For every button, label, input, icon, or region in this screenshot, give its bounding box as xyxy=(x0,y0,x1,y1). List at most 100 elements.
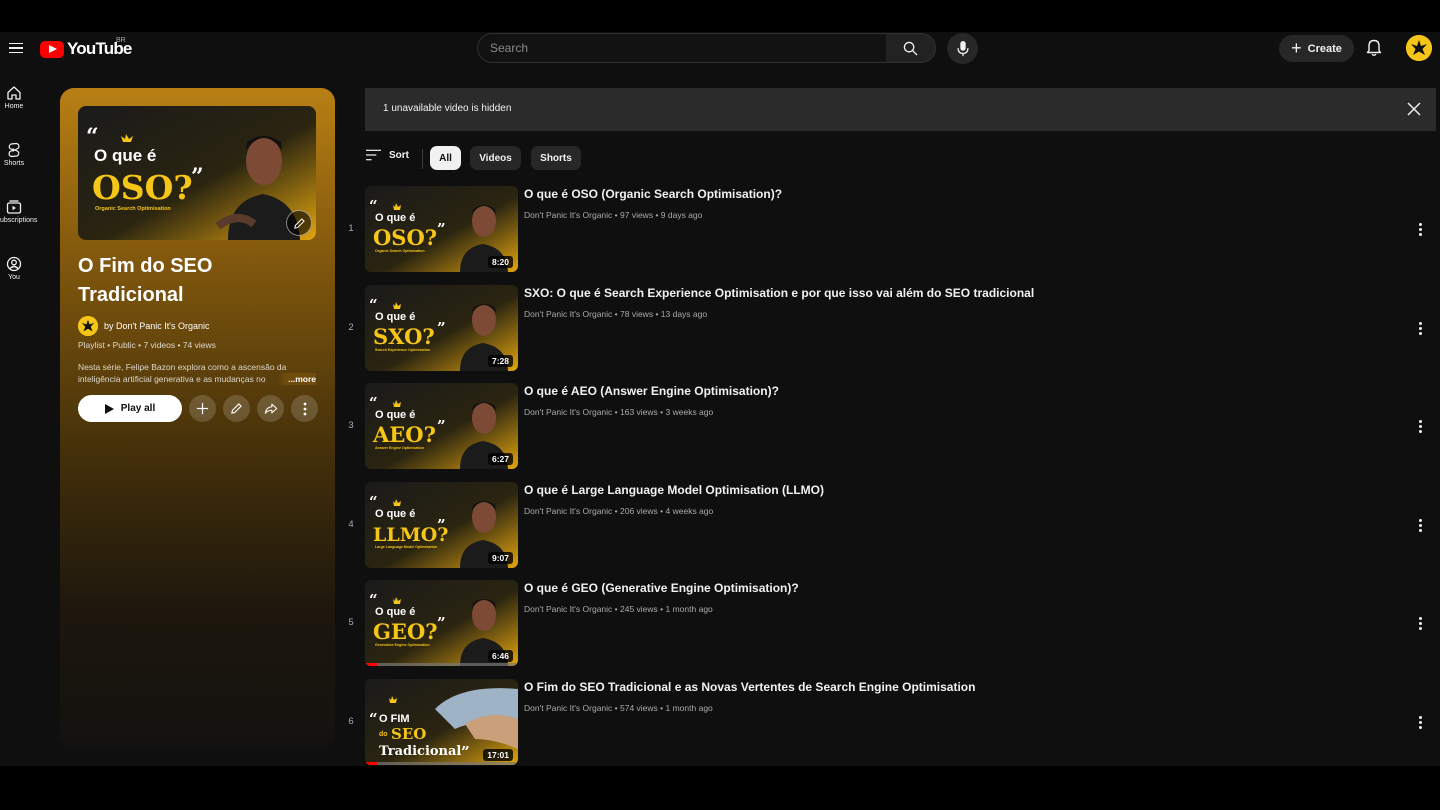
thumb-subtitle: Large Language Model Optimisation xyxy=(375,545,437,549)
chip-shorts[interactable]: Shorts xyxy=(531,146,581,170)
playlist-video-row[interactable]: 4 “O que é LLMO?” Large Language Model Opti… xyxy=(340,482,1440,572)
video-metadata: Don't Panic It's Organic • 78 views • 13… xyxy=(524,309,707,319)
thumb-quote-close: ” xyxy=(437,417,446,435)
video-menu-button[interactable] xyxy=(1412,416,1428,436)
video-thumbnail[interactable]: “O que é LLMO?” Large Language Model Optim… xyxy=(365,482,518,568)
playlist-thumbnail[interactable]: “ O que é OSO? ” Organic Search Optimisa… xyxy=(78,106,316,240)
video-metadata: Don't Panic It's Organic • 245 views • 1… xyxy=(524,604,713,614)
kebab-dot-icon xyxy=(1418,528,1422,532)
video-age: 3 weeks ago xyxy=(665,407,714,417)
meta-separator: • xyxy=(612,309,620,319)
video-metadata: Don't Panic It's Organic • 574 views • 1… xyxy=(524,703,713,713)
meta-separator: • xyxy=(653,210,661,220)
video-menu-button[interactable] xyxy=(1412,219,1428,239)
guide-label-you: You xyxy=(8,274,20,281)
more-button[interactable]: ...more xyxy=(278,373,316,385)
kebab-dot-icon xyxy=(1418,429,1422,433)
meta-separator: • xyxy=(612,604,620,614)
playlist-video-row[interactable]: 5 “O que é GEO?” Generative Engine Optimisa… xyxy=(340,580,1440,670)
meta-separator: • xyxy=(612,210,620,220)
kebab-dot-icon xyxy=(1418,227,1422,231)
play-all-label: Play all xyxy=(120,403,156,414)
more-actions-button[interactable] xyxy=(291,395,318,422)
owner-avatar[interactable] xyxy=(78,316,98,336)
guide-item-shorts[interactable]: Shorts xyxy=(0,142,28,167)
search-button[interactable] xyxy=(886,33,936,63)
video-metadata: Don't Panic It's Organic • 206 views • 4… xyxy=(524,506,713,516)
search-input[interactable] xyxy=(478,34,886,62)
playlist-video-row[interactable]: 1 “O que é OSO?” Organic Search Optimisatio… xyxy=(340,186,1440,276)
video-channel[interactable]: Don't Panic It's Organic xyxy=(524,604,612,614)
video-thumbnail[interactable]: “O que é AEO?” Answer Engine Optimisation 6… xyxy=(365,383,518,469)
meta-separator: • xyxy=(612,407,620,417)
video-duration: 6:27 xyxy=(487,453,513,465)
playlist-owner[interactable]: by Don't Panic It's Organic xyxy=(78,316,209,336)
kebab-dot-icon xyxy=(1418,725,1422,729)
notifications-button[interactable] xyxy=(1364,38,1384,58)
video-channel[interactable]: Don't Panic It's Organic xyxy=(524,506,612,516)
thumb-quote-close: ” xyxy=(437,614,446,632)
thumb-line1: O que é xyxy=(375,606,415,618)
account-avatar[interactable] xyxy=(1406,35,1432,61)
guide-item-home[interactable]: Home xyxy=(0,85,28,110)
region-code: BR xyxy=(116,37,126,44)
dismiss-notice-button[interactable] xyxy=(1406,101,1422,117)
search-box[interactable] xyxy=(477,33,887,63)
guide-menu-button[interactable] xyxy=(4,36,28,60)
video-menu-button[interactable] xyxy=(1412,613,1428,633)
video-channel[interactable]: Don't Panic It's Organic xyxy=(524,703,612,713)
video-menu-button[interactable] xyxy=(1412,318,1428,338)
kebab-dot-icon xyxy=(1418,616,1422,620)
guide-item-you[interactable]: You xyxy=(0,256,28,281)
video-title[interactable]: SXO: O que é Search Experience Optimisat… xyxy=(524,286,1034,300)
sort-button[interactable]: Sort xyxy=(366,149,409,161)
meta-separator: • xyxy=(657,604,666,614)
video-title[interactable]: O que é Large Language Model Optimisatio… xyxy=(524,483,824,497)
video-title[interactable]: O que é OSO (Organic Search Optimisation… xyxy=(524,187,782,201)
video-title[interactable]: O Fim do SEO Tradicional e as Novas Vert… xyxy=(524,680,975,694)
edit-playlist-button[interactable] xyxy=(223,395,250,422)
video-channel[interactable]: Don't Panic It's Organic xyxy=(524,309,612,319)
play-all-button[interactable]: Play all xyxy=(78,395,182,422)
playlist-description[interactable]: Nesta série, Felipe Bazon explora como a… xyxy=(78,361,318,385)
video-thumbnail[interactable]: “O que é GEO?” Generative Engine Optimisat… xyxy=(365,580,518,666)
chip-videos[interactable]: Videos xyxy=(470,146,521,170)
video-index: 2 xyxy=(348,322,354,333)
voice-search-button[interactable] xyxy=(947,33,978,64)
meta-separator: • xyxy=(612,703,620,713)
video-thumbnail[interactable]: “O que é SXO?” Search Experience Optimisat… xyxy=(365,285,518,371)
video-index: 1 xyxy=(348,223,354,234)
add-to-playlist-button[interactable] xyxy=(189,395,216,422)
video-menu-button[interactable] xyxy=(1412,515,1428,535)
video-menu-button[interactable] xyxy=(1412,712,1428,732)
share-button[interactable] xyxy=(257,395,284,422)
chip-all[interactable]: All xyxy=(430,146,461,170)
pencil-icon xyxy=(293,217,305,229)
kebab-dot-icon xyxy=(1418,222,1422,226)
playlist-video-row[interactable]: 2 “O que é SXO?” Search Experience Optimisa… xyxy=(340,285,1440,375)
thumb-line1: O FIM xyxy=(379,713,410,725)
video-thumbnail[interactable]: “O que é OSO?” Organic Search Optimisation… xyxy=(365,186,518,272)
playlist-video-row[interactable]: 3 “O que é AEO?” Answer Engine Optimisation… xyxy=(340,383,1440,473)
kebab-dot-icon xyxy=(1418,326,1422,330)
playlist-video-row[interactable]: 6 “O FIM do SEO Tradicional” 17:01 O Fim do SE… xyxy=(340,679,1440,766)
thumb-subtitle: Answer Engine Optimisation xyxy=(375,446,424,450)
sort-label: Sort xyxy=(389,149,409,161)
video-channel[interactable]: Don't Panic It's Organic xyxy=(524,407,612,417)
thumb-line3: SEO xyxy=(391,725,426,743)
video-title[interactable]: O que é GEO (Generative Engine Optimisat… xyxy=(524,581,799,595)
thumb-line2: do xyxy=(379,731,388,738)
video-title[interactable]: O que é AEO (Answer Engine Optimisation)… xyxy=(524,384,779,398)
owner-name[interactable]: by Don't Panic It's Organic xyxy=(104,321,209,331)
create-button[interactable]: + Create xyxy=(1279,35,1354,62)
edit-thumbnail-button[interactable] xyxy=(286,210,312,236)
shorts-icon xyxy=(8,142,20,158)
video-age: 1 month ago xyxy=(665,703,713,713)
thumb-line1: O que é xyxy=(375,409,415,421)
thumb-quote-close: ” xyxy=(437,319,446,337)
video-thumbnail[interactable]: “O FIM do SEO Tradicional” 17:01 xyxy=(365,679,518,765)
video-channel[interactable]: Don't Panic It's Organic xyxy=(524,210,612,220)
thumb-subtitle: Organic Search Optimisation xyxy=(375,249,425,253)
guide-item-subscriptions[interactable]: ubscriptions xyxy=(0,199,37,224)
watch-progress-bar xyxy=(365,663,378,666)
